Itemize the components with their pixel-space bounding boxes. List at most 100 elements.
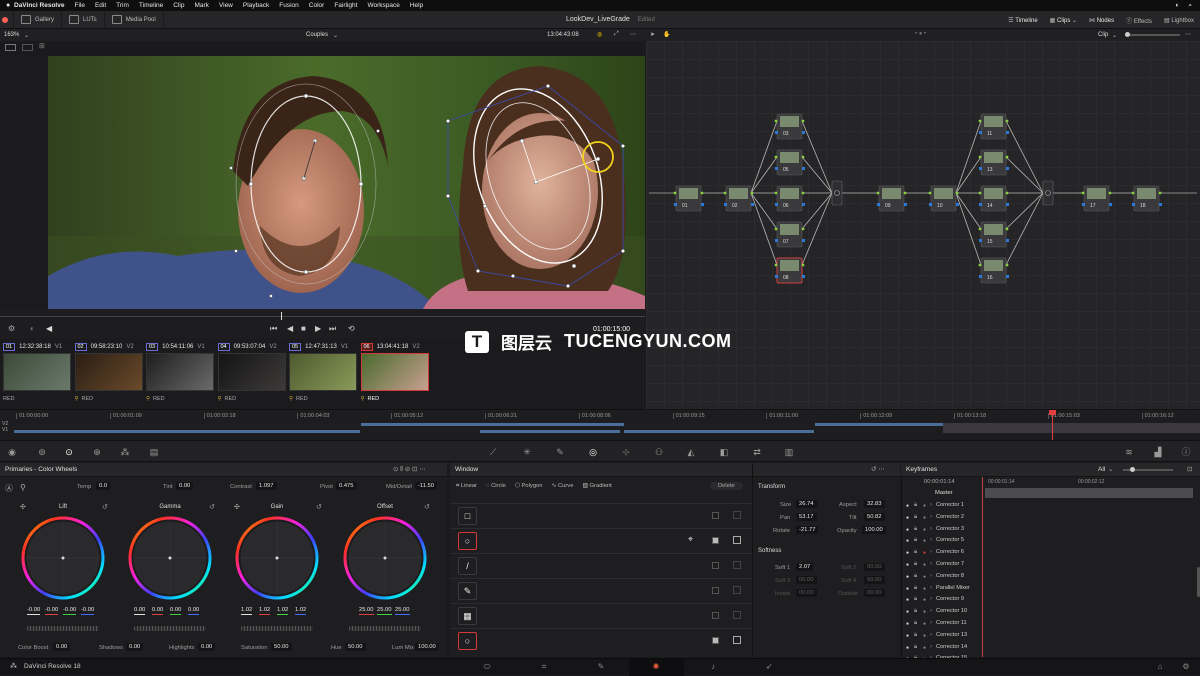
- keyframe-row[interactable]: ● 🔒︎ ● › Corrector 8: [902, 572, 1200, 583]
- single-view-icon[interactable]: [5, 44, 16, 51]
- window-curve-button[interactable]: ∿ Curve: [552, 483, 574, 490]
- mini-timeline[interactable]: 01:00:00:00 01:00:01:09 01:00:02:18 01:00:0…: [0, 409, 1200, 440]
- node-03[interactable]: 03: [774, 113, 805, 140]
- window-circle-button[interactable]: ◌ Circle: [486, 483, 506, 490]
- clip-thumbnail[interactable]: [3, 353, 71, 391]
- timeline-clip-v1-c[interactable]: [624, 430, 814, 433]
- master-track[interactable]: [985, 488, 1193, 498]
- color-match-icon[interactable]: ⊚: [36, 446, 48, 458]
- effects-button[interactable]: ⓕ Effects: [1126, 16, 1152, 25]
- lock-icon[interactable]: 🔒︎: [914, 644, 917, 651]
- contrast-value[interactable]: 1.097: [256, 482, 277, 490]
- lock-icon[interactable]: 🔒︎: [914, 502, 917, 509]
- info-icon[interactable]: ⓘ: [1180, 446, 1192, 458]
- expand-chevron-icon[interactable]: ›: [930, 620, 932, 626]
- window-delete-button[interactable]: Delete: [710, 482, 743, 490]
- fairlight-page-icon[interactable]: ♪: [708, 662, 718, 672]
- keyframe-row[interactable]: ● 🔒︎ ● › Corrector 1: [902, 501, 1200, 512]
- keyframe-row[interactable]: ● 🔒︎ ● › Corrector 7: [902, 560, 1200, 571]
- wheel-value[interactable]: 0.00: [188, 607, 200, 615]
- node-zoom-slider[interactable]: [1125, 32, 1180, 37]
- gallery-button[interactable]: Gallery: [14, 10, 63, 29]
- expand-chevron-icon[interactable]: ›: [930, 502, 932, 508]
- wheel-value[interactable]: 25.00: [377, 607, 392, 615]
- window-circle-icon[interactable]: ○: [458, 532, 477, 550]
- color-page-icon[interactable]: ✺: [651, 662, 661, 672]
- window-polygon-button[interactable]: ⬠ Polygon: [515, 483, 543, 490]
- keyframe-dot-icon[interactable]: ●: [906, 586, 909, 592]
- wheel-reset-icon[interactable]: ↺: [424, 503, 430, 511]
- wheel-value[interactable]: -0.00: [27, 607, 41, 615]
- node-09[interactable]: 09: [876, 185, 907, 212]
- aspect-value[interactable]: 32.83: [864, 500, 885, 508]
- settings-icon[interactable]: ⚙: [1181, 662, 1191, 672]
- wheel-value[interactable]: 25.00: [395, 607, 410, 615]
- menu-color[interactable]: Color: [309, 2, 325, 9]
- timeline-clip-v1-a[interactable]: [14, 430, 360, 433]
- parallel-mixer-node[interactable]: [831, 180, 843, 206]
- window-pen-icon[interactable]: ✎: [458, 582, 477, 600]
- wheel-picker-icon[interactable]: ✣: [20, 503, 26, 511]
- lock-icon[interactable]: 🔒︎: [914, 573, 917, 580]
- pivot-value[interactable]: 0.475: [336, 482, 357, 490]
- expand-chevron-icon[interactable]: ›: [930, 608, 932, 614]
- timeline-button[interactable]: ☰ Timeline: [1008, 17, 1037, 24]
- window-linear-button[interactable]: ⌗ Linear: [456, 483, 477, 490]
- deliver-page-icon[interactable]: ➶: [764, 662, 774, 672]
- loop-icon[interactable]: ◐: [30, 324, 35, 333]
- wheel-value[interactable]: 0.00: [170, 607, 182, 615]
- clip-dropdown-icon[interactable]: ⌄: [333, 32, 338, 39]
- node-08[interactable]: 08: [774, 257, 805, 284]
- clip-thumbnail[interactable]: [289, 353, 357, 391]
- clip-thumbnail[interactable]: [146, 353, 214, 391]
- fullscreen-icon[interactable]: ⤢: [614, 31, 619, 38]
- split-view-icon[interactable]: [22, 44, 33, 51]
- tracker-icon[interactable]: ⊹: [620, 446, 632, 458]
- histogram-icon[interactable]: ▟: [1152, 446, 1164, 458]
- keyframe-dot-icon[interactable]: ●: [906, 574, 909, 580]
- saturation-value[interactable]: 50.00: [271, 643, 292, 651]
- expand-chevron-icon[interactable]: ›: [930, 537, 932, 543]
- picker-icon[interactable]: ⚲: [20, 483, 26, 492]
- keyframe-dot-icon[interactable]: ●: [906, 645, 909, 651]
- media-page-icon[interactable]: ⬭: [482, 662, 492, 672]
- wheel-value[interactable]: -0.00: [81, 607, 95, 615]
- key-icon[interactable]: ◧: [718, 446, 730, 458]
- expand-chevron-icon[interactable]: ›: [930, 585, 932, 591]
- node-05[interactable]: 05: [774, 149, 805, 176]
- timeline-clip-selected[interactable]: [943, 423, 1200, 433]
- lock-icon[interactable]: 🔒︎: [914, 537, 917, 544]
- window-enable-toggle[interactable]: [733, 561, 741, 569]
- soft4-value[interactable]: 50.00: [864, 576, 885, 584]
- lock-icon[interactable]: 🔒︎: [914, 526, 917, 533]
- window-invert-toggle[interactable]: [712, 562, 719, 569]
- node-16[interactable]: 16: [978, 257, 1009, 284]
- luts-button[interactable]: LUTs: [62, 10, 105, 29]
- window-invert-toggle[interactable]: [712, 537, 719, 544]
- window-row[interactable]: ▦: [450, 603, 752, 628]
- window-invert-toggle[interactable]: [712, 612, 719, 619]
- keyframe-dot-icon[interactable]: ●: [906, 515, 909, 521]
- lock-icon[interactable]: 🔒︎: [914, 596, 917, 603]
- menu-fusion[interactable]: Fusion: [279, 2, 299, 9]
- timeline-clip-v2-b[interactable]: [815, 423, 943, 426]
- zoom-level[interactable]: 163%: [4, 32, 19, 38]
- colorboost-value[interactable]: 0.00: [53, 643, 71, 651]
- timeline-clip-v2-a[interactable]: [361, 423, 624, 426]
- keyframe-dot-icon[interactable]: ●: [906, 597, 909, 603]
- lock-icon[interactable]: 🔒︎: [914, 514, 917, 521]
- 3d-icon[interactable]: ▥: [783, 446, 795, 458]
- color-wheels-icon[interactable]: ⊙: [63, 446, 75, 458]
- window-row[interactable]: /: [450, 553, 752, 578]
- lock-icon[interactable]: 🔒︎: [914, 608, 917, 615]
- rgb-mixer-icon[interactable]: ⁂: [119, 446, 131, 458]
- keyframe-row[interactable]: ● 🔒︎ ● › Corrector 11: [902, 619, 1200, 630]
- sizing-icon[interactable]: ⇄: [751, 446, 763, 458]
- go-to-end-icon[interactable]: ⏭: [329, 324, 336, 334]
- node-18[interactable]: 18: [1131, 185, 1162, 212]
- go-to-start-icon[interactable]: ⏮: [270, 324, 277, 334]
- clips-button[interactable]: ▦ Clips ⌄: [1050, 17, 1077, 24]
- hand-icon[interactable]: ✋: [663, 31, 670, 38]
- node-options-icon[interactable]: ⋯: [1185, 31, 1191, 38]
- wheel-reset-icon[interactable]: ↺: [209, 503, 215, 511]
